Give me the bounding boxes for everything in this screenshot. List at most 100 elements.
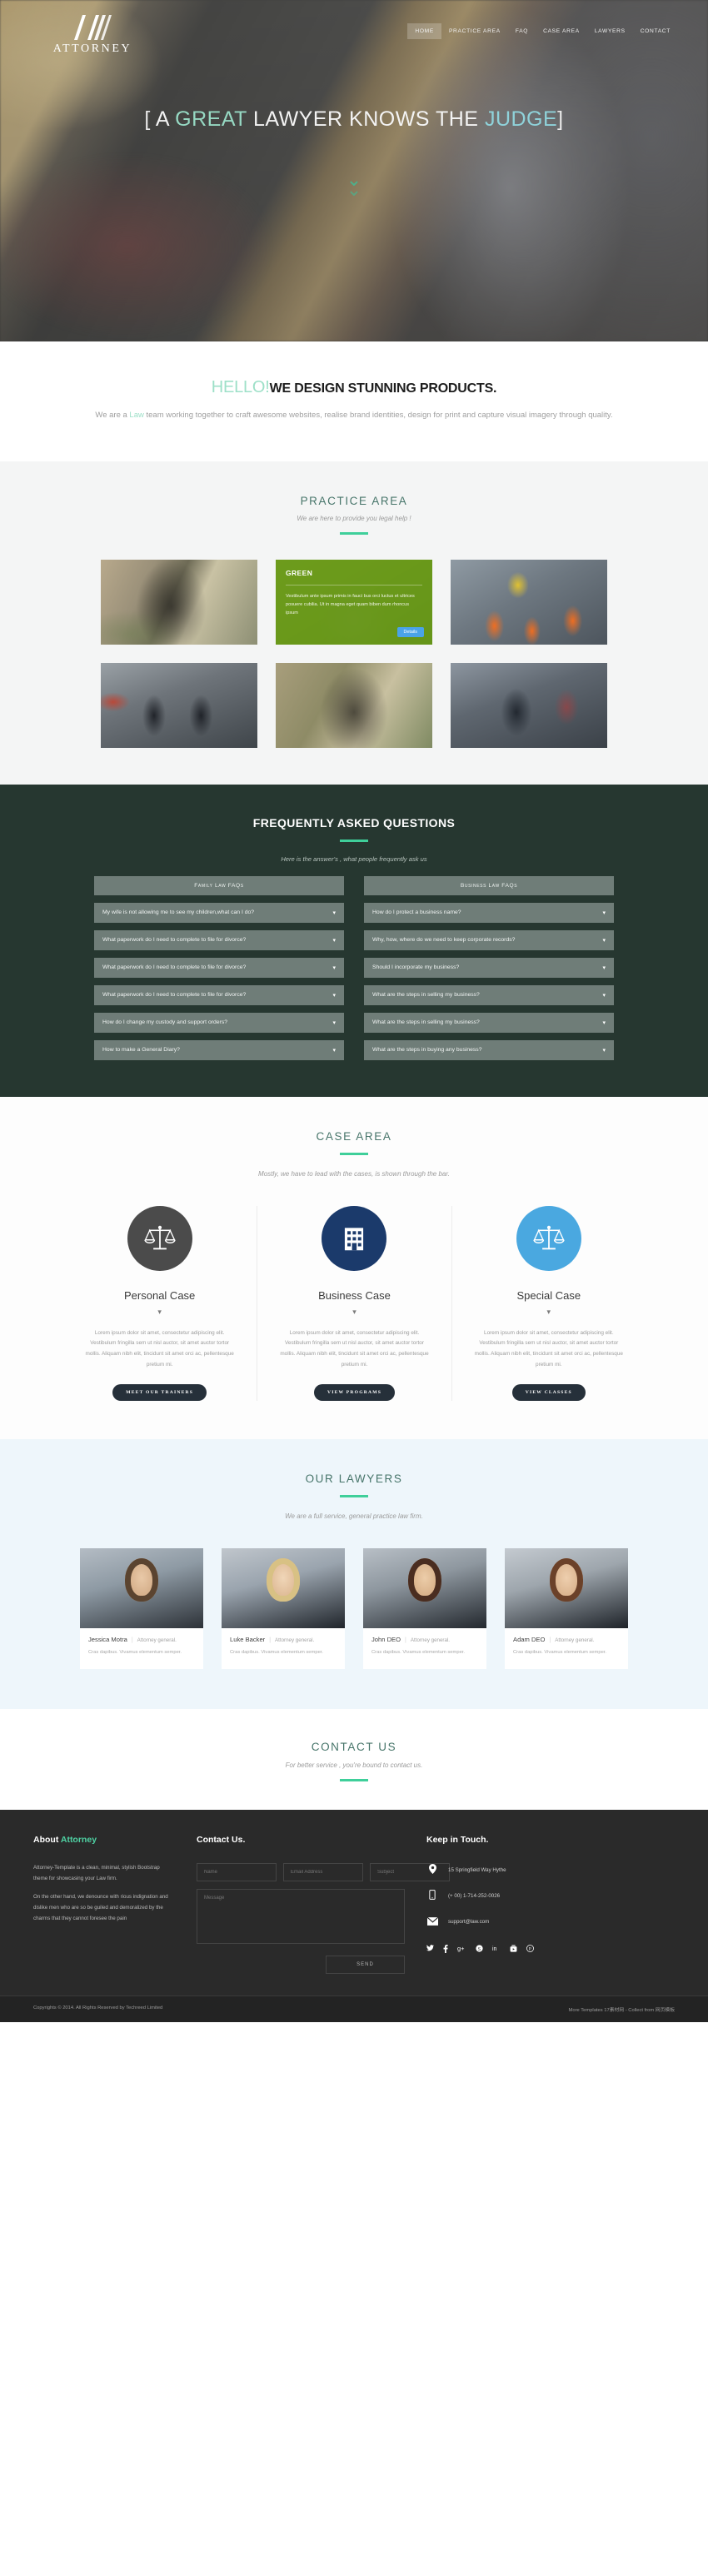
practice-card-green[interactable]: GREEN Vestibulum ante ipsum primis in fa… [276, 559, 432, 645]
lawyer-card[interactable]: John DEO | Attorney general. Cras dapibu… [363, 1547, 486, 1669]
case-description: Lorem ipsum dolor sit amet, consectetur … [474, 1329, 623, 1368]
skype-icon[interactable]: S [476, 1945, 483, 1955]
practice-area-section: PRACTICE AREA We are here to provide you… [0, 461, 708, 785]
google-plus-icon[interactable]: g+ [457, 1945, 466, 1955]
avatar [550, 1557, 583, 1602]
lawyer-photo [222, 1547, 345, 1628]
practice-area-subtitle: We are here to provide you legal help ! [297, 514, 411, 522]
practice-card-photographer-field[interactable] [101, 559, 257, 645]
chevron-down-icon-2: ⌄ [346, 179, 362, 201]
contact-section: CONTACT US For better service , you're b… [0, 1708, 708, 1810]
hero-headline: [ A GREAT LAWYER KNOWS THE JUDGE] [0, 107, 708, 132]
facebook-icon[interactable] [443, 1944, 448, 1955]
brand-logo[interactable]: ATTORNEY [30, 13, 155, 56]
lawyer-separator: | [269, 1637, 272, 1643]
faq-tab-family-law[interactable]: Family Law FAQs [94, 875, 344, 895]
nav-item-practice-area[interactable]: PRACTICE AREA [441, 23, 508, 39]
faq-item[interactable]: Why, how, where do we need to keep corpo… [364, 929, 614, 950]
chevron-down-icon: ▾ [332, 992, 336, 999]
case-button-view-programs[interactable]: VIEW PROGRAMS [313, 1383, 396, 1401]
chevron-down-icon: ▾ [332, 909, 336, 916]
footer-touch-column: Keep in Touch. 15 Springfield Way Hythe … [426, 1835, 675, 1974]
chevron-down-icon: ▾ [332, 1019, 336, 1026]
case-button-view-classes[interactable]: VIEW CLASSES [511, 1383, 586, 1401]
faq-item[interactable]: My wife is not allowing me to see my chi… [94, 902, 344, 923]
section-divider [340, 531, 368, 535]
faq-question: What paperwork do I need to complete to … [102, 964, 247, 971]
hero-section: ATTORNEY HOME PRACTICE AREA FAQ CASE ARE… [0, 0, 708, 341]
intro-text-accent: Law [129, 411, 144, 420]
svg-text:P: P [529, 1947, 531, 1952]
intro-heading: HELLO!WE DESIGN STUNNING PRODUCTS. [75, 378, 633, 397]
nav-item-case-area[interactable]: CASE AREA [536, 23, 587, 39]
case-card-personal: Personal Case ▾ Lorem ipsum dolor sit am… [62, 1205, 257, 1401]
footer-about-title-accent: Attorney [60, 1834, 97, 1845]
contact-title: CONTACT US [311, 1740, 397, 1753]
chevron-down-icon: ▾ [332, 937, 336, 944]
lawyer-role: Attorney general. [137, 1637, 177, 1643]
social-links[interactable]: g+ S in P [426, 1945, 675, 1955]
faq-item[interactable]: How to make a General Diary? ▾ [94, 1039, 344, 1060]
footer-email-row: support@law.com [426, 1915, 675, 1930]
name-field[interactable] [197, 1862, 277, 1881]
practice-card-businessmen-street[interactable] [101, 662, 257, 748]
lawyer-card[interactable]: Adam DEO | Attorney general. Cras dapibu… [505, 1547, 628, 1669]
lawyer-name: Adam DEO [513, 1635, 546, 1643]
faq-subtitle: Here is the answer's , what people frequ… [281, 855, 427, 863]
case-icon-circle [127, 1205, 192, 1271]
lawyer-role: Attorney general. [555, 1637, 595, 1643]
lawyer-card[interactable]: Jessica Motra | Attorney general. Cras d… [80, 1547, 203, 1669]
chevron-down-icon: ▾ [602, 1047, 606, 1054]
practice-card-camera-hands[interactable] [276, 662, 432, 748]
faq-item[interactable]: What paperwork do I need to complete to … [94, 957, 344, 978]
practice-card-construction-cones[interactable] [451, 559, 607, 645]
send-button[interactable]: SEND [326, 1955, 405, 1974]
contact-subtitle: For better service , you're bound to con… [285, 1761, 423, 1769]
pinterest-icon[interactable]: P [526, 1944, 534, 1955]
footer-touch-title: Keep in Touch. [426, 1834, 489, 1845]
faq-tab-business-law[interactable]: Business Law FAQs [364, 875, 614, 895]
faq-section: FREQUENTLY ASKED QUESTIONS Here is the a… [0, 784, 708, 1097]
nav-item-contact[interactable]: CONTACT [633, 23, 678, 39]
message-field[interactable] [197, 1888, 405, 1944]
case-button-meet-our-trainers[interactable]: MEET OUR TRAINERS [112, 1383, 207, 1401]
practice-card-man-winter-coat[interactable] [451, 662, 607, 748]
chevron-down-icon: ▾ [332, 964, 336, 971]
case-description: Lorem ipsum dolor sit amet, consectetur … [280, 1329, 429, 1368]
linkedin-icon[interactable]: in [492, 1945, 501, 1955]
faq-columns: Family Law FAQs My wife is not allowing … [0, 875, 708, 1060]
faq-item[interactable]: What paperwork do I need to complete to … [94, 929, 344, 950]
faq-item[interactable]: Should I incorporate my business? ▾ [364, 957, 614, 978]
faq-item[interactable]: What are the steps in buying any busines… [364, 1039, 614, 1060]
scroll-down-indicator[interactable]: ⌄ ⌄ [337, 170, 371, 201]
green-card-details-button[interactable]: Details [396, 626, 424, 637]
chevron-down-icon: ▾ [602, 909, 606, 916]
lawyer-description: Cras dapibus. Vivamus elementum semper. [513, 1649, 607, 1655]
faq-item[interactable]: What paperwork do I need to complete to … [94, 984, 344, 1005]
chevron-down-icon: ▾ [602, 992, 606, 999]
nav-item-faq[interactable]: FAQ [508, 23, 536, 39]
lawyer-card[interactable]: Luke Backer | Attorney general. Cras dap… [222, 1547, 345, 1669]
main-navigation[interactable]: HOME PRACTICE AREA FAQ CASE AREA LAWYERS… [407, 23, 678, 39]
intro-greeting: HELLO! [211, 378, 270, 396]
lawyer-meta: John DEO | Attorney general. [363, 1628, 486, 1647]
lawyer-meta: Adam DEO | Attorney general. [505, 1628, 628, 1647]
case-card-special: Special Case ▾ Lorem ipsum dolor sit ame… [451, 1205, 646, 1401]
faq-column-family: Family Law FAQs My wife is not allowing … [94, 875, 344, 1060]
youtube-icon[interactable] [510, 1945, 517, 1955]
svg-text:g+: g+ [457, 1945, 464, 1952]
nav-item-home[interactable]: HOME [407, 23, 441, 39]
case-area-title: CASE AREA [316, 1129, 392, 1143]
faq-item[interactable]: How do I change my custody and support o… [94, 1012, 344, 1033]
faq-question: How do I change my custody and support o… [102, 1019, 227, 1026]
faq-item[interactable]: What are the steps in selling my busines… [364, 984, 614, 1005]
faq-item[interactable]: How do I protect a business name? ▾ [364, 902, 614, 923]
faq-item[interactable]: What are the steps in selling my busines… [364, 1012, 614, 1033]
faq-question: What are the steps in selling my busines… [372, 1019, 480, 1026]
chevron-down-icon: ▾ [602, 937, 606, 944]
nav-item-lawyers[interactable]: LAWYERS [587, 23, 633, 39]
case-title: Personal Case [124, 1288, 196, 1302]
twitter-icon[interactable] [426, 1945, 434, 1955]
email-field[interactable] [283, 1862, 363, 1881]
footer-bottom-bar: Copyrights © 2014. All Rights Reserved b… [0, 1995, 708, 2022]
